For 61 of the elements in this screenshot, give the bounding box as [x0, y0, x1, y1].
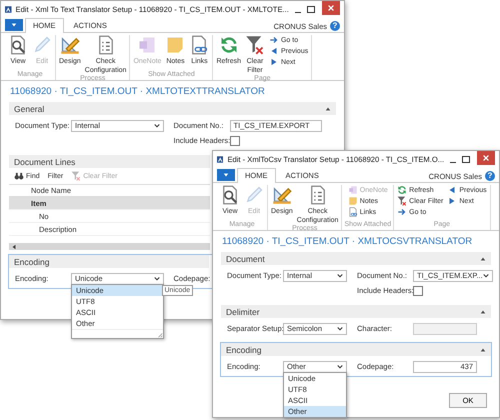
- help-button[interactable]: ?: [485, 171, 495, 181]
- section-title: Delimiter: [226, 306, 260, 316]
- close-icon: [482, 154, 490, 162]
- funnel-icon: [244, 35, 265, 55]
- pencil-icon: [244, 185, 264, 205]
- close-icon: [327, 4, 336, 12]
- notebook-icon: [348, 185, 358, 195]
- caret-down-icon: [223, 172, 229, 178]
- minimize-icon: [450, 162, 456, 164]
- maximize-button[interactable]: [461, 154, 472, 166]
- funnel-icon: [397, 196, 408, 206]
- refresh-icon: [397, 185, 408, 195]
- section-title: General: [14, 104, 44, 114]
- section-header[interactable]: Encoding: [9, 255, 209, 268]
- caret-down-icon: [11, 22, 17, 28]
- section-header[interactable]: General: [9, 102, 336, 115]
- note-icon: [348, 196, 358, 206]
- app-logo-icon: [217, 154, 224, 165]
- pencil-icon: [32, 35, 52, 55]
- section-header[interactable]: Encoding: [221, 343, 491, 356]
- page-title: 11068920 · TI_CS_ITEM.OUT · XMLTOTEXTTRANSLATOR: [10, 86, 266, 98]
- caret-down-icon: [337, 272, 343, 278]
- triangle-right-icon: [268, 57, 279, 67]
- maximize-icon: [461, 154, 472, 164]
- minimize-icon: [294, 12, 301, 14]
- checkbox[interactable]: [230, 136, 240, 146]
- section-title: Encoding: [226, 344, 262, 354]
- funnel-icon: [71, 171, 82, 181]
- binoculars-icon: [14, 171, 24, 181]
- page-link-icon: [348, 207, 358, 217]
- app-menu-button[interactable]: [5, 19, 23, 31]
- close-button[interactable]: [322, 1, 340, 15]
- ruler-pencil-icon: [272, 185, 292, 205]
- caret-down-icon: [154, 122, 160, 128]
- triangle-left-icon: [447, 185, 458, 195]
- caret-down-icon: [154, 276, 160, 282]
- notebook-icon: [137, 35, 158, 55]
- help-button[interactable]: ?: [330, 21, 340, 31]
- ruler-pencil-icon: [60, 35, 80, 55]
- section-title: Document: [226, 254, 265, 264]
- caret-down-icon: [337, 364, 343, 370]
- maximize-button[interactable]: [306, 4, 316, 16]
- section-title: Document Lines: [14, 156, 76, 166]
- arrow-right-icon: [268, 35, 279, 45]
- caret-down-icon: [482, 272, 489, 278]
- app-logo-icon: [5, 4, 12, 15]
- checkbox[interactable]: [413, 286, 423, 296]
- arrow-left-icon: [11, 244, 17, 250]
- app-menu-button[interactable]: [217, 169, 235, 181]
- horizontal-scrollbar[interactable]: [9, 243, 210, 250]
- maximize-icon: [306, 4, 316, 14]
- refresh-icon: [218, 35, 239, 55]
- section-title: Encoding: [14, 256, 50, 266]
- page-title: 11068920 · TI_CS_ITEM.OUT · XMLTOCSVTRANSLATOR: [222, 236, 474, 248]
- arrow-right-icon: [397, 207, 408, 217]
- close-button[interactable]: [477, 151, 495, 165]
- note-icon: [165, 35, 186, 55]
- section-header[interactable]: Document Lines: [9, 155, 210, 168]
- caret-down-icon: [337, 326, 343, 332]
- section-header[interactable]: Delimiter: [221, 305, 491, 318]
- section-header[interactable]: Document: [221, 252, 491, 265]
